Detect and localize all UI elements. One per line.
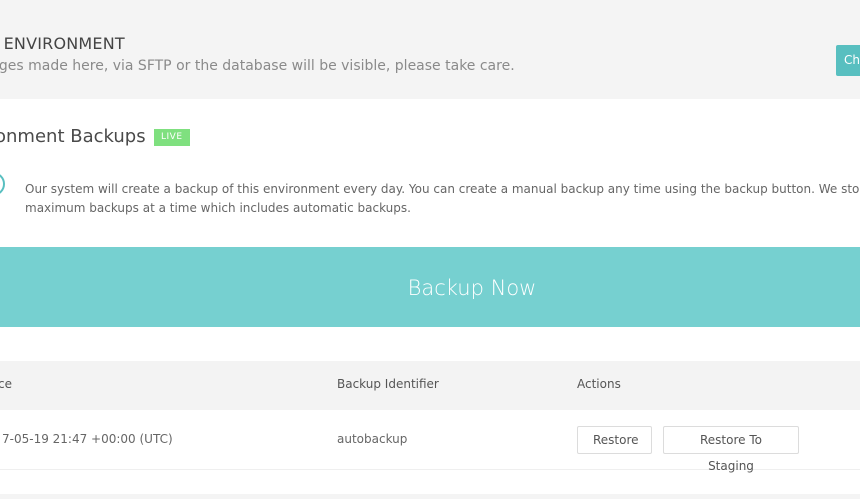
section-title: ronment Backups xyxy=(0,126,146,147)
backup-identifier: autobackup xyxy=(337,432,408,446)
table-row: 7-05-19 21:47 +00:00 (UTC) autobackup Re… xyxy=(0,410,860,473)
column-header-identifier: Backup Identifier xyxy=(337,377,439,391)
table-header: ce Backup Identifier Actions xyxy=(0,361,860,410)
restore-to-staging-button[interactable]: Restore To Staging xyxy=(663,426,799,473)
live-badge: LIVE xyxy=(154,129,190,146)
environment-description: nges made here, via SFTP or the database… xyxy=(0,58,515,74)
next-row-strip xyxy=(0,494,860,499)
backup-now-button[interactable]: Backup Now xyxy=(0,247,860,327)
environment-title: E ENVIRONMENT xyxy=(0,34,125,53)
info-icon xyxy=(0,172,5,196)
change-environment-button[interactable]: Cha xyxy=(836,45,860,76)
backup-info-text: Our system will create a backup of this … xyxy=(25,182,860,215)
backup-date: 7-05-19 21:47 +00:00 (UTC) xyxy=(2,432,173,446)
column-header-date: ce xyxy=(0,377,12,391)
column-header-actions: Actions xyxy=(577,377,621,391)
restore-button[interactable]: Restore xyxy=(577,426,652,454)
environment-warning-bar: E ENVIRONMENT nges made here, via SFTP o… xyxy=(0,0,860,99)
